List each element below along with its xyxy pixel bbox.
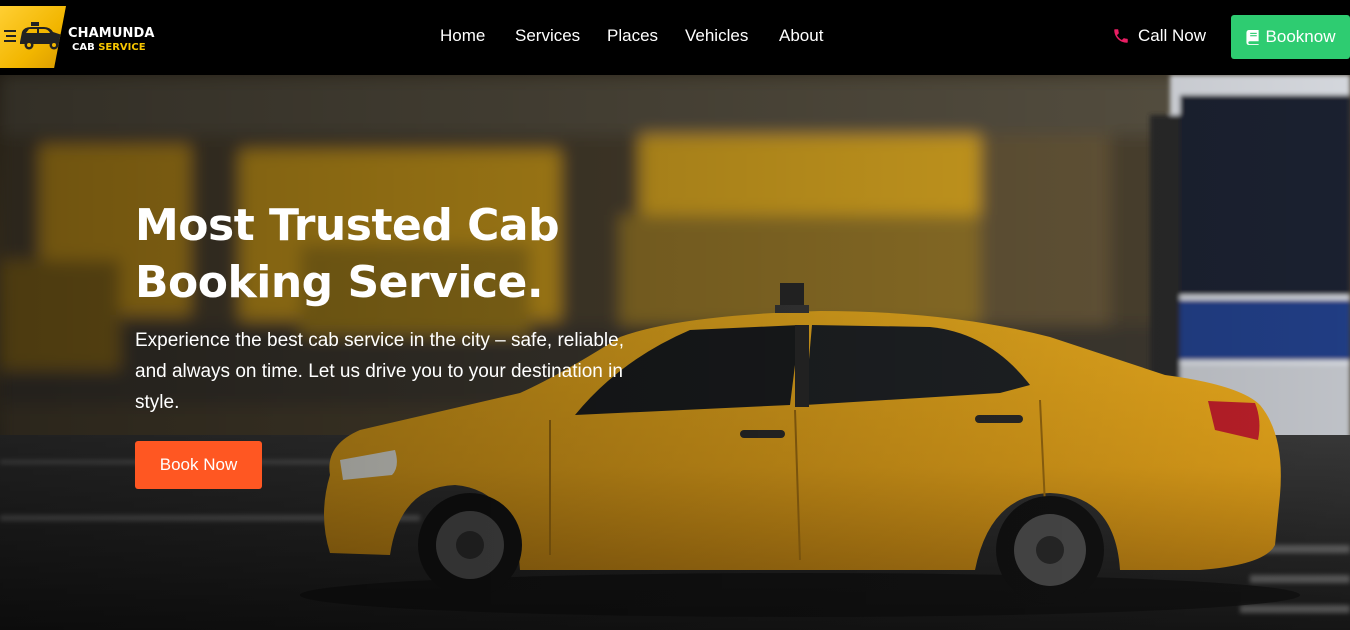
hero-title-line2: Booking Service. [135, 257, 544, 308]
brand-subtitle: CAB SERVICE [72, 42, 146, 53]
brand-logo[interactable]: CHAMUNDA CAB SERVICE [0, 6, 160, 68]
brand-subtitle-service: SERVICE [98, 42, 146, 53]
hero-section: Most Trusted Cab Booking Service. Experi… [0, 75, 1350, 630]
book-now-button[interactable]: Book Now [135, 441, 262, 489]
nav-services[interactable]: Services [515, 26, 580, 46]
taxi-logo-icon [4, 22, 64, 50]
book-icon [1245, 29, 1259, 45]
call-now-link[interactable]: Call Now [1112, 26, 1206, 46]
nav-vehicles[interactable]: Vehicles [685, 26, 748, 46]
hero-title: Most Trusted Cab Booking Service. [135, 197, 595, 311]
brand-name: CHAMUNDA [68, 26, 155, 41]
brand-subtitle-cab: CAB [72, 42, 99, 53]
hero-title-line1: Most Trusted Cab [135, 200, 560, 251]
phone-icon [1114, 29, 1128, 43]
call-now-label: Call Now [1138, 26, 1207, 45]
navbar: CHAMUNDA CAB SERVICE Home Services Place… [0, 0, 1350, 75]
booknow-label: Booknow [1265, 27, 1336, 46]
nav-home[interactable]: Home [440, 26, 485, 46]
booknow-button[interactable]: Booknow [1231, 15, 1350, 59]
logo-badge [0, 6, 66, 68]
hero-description: Experience the best cab service in the c… [135, 330, 624, 413]
nav-about[interactable]: About [779, 26, 823, 46]
nav-places[interactable]: Places [607, 26, 658, 46]
